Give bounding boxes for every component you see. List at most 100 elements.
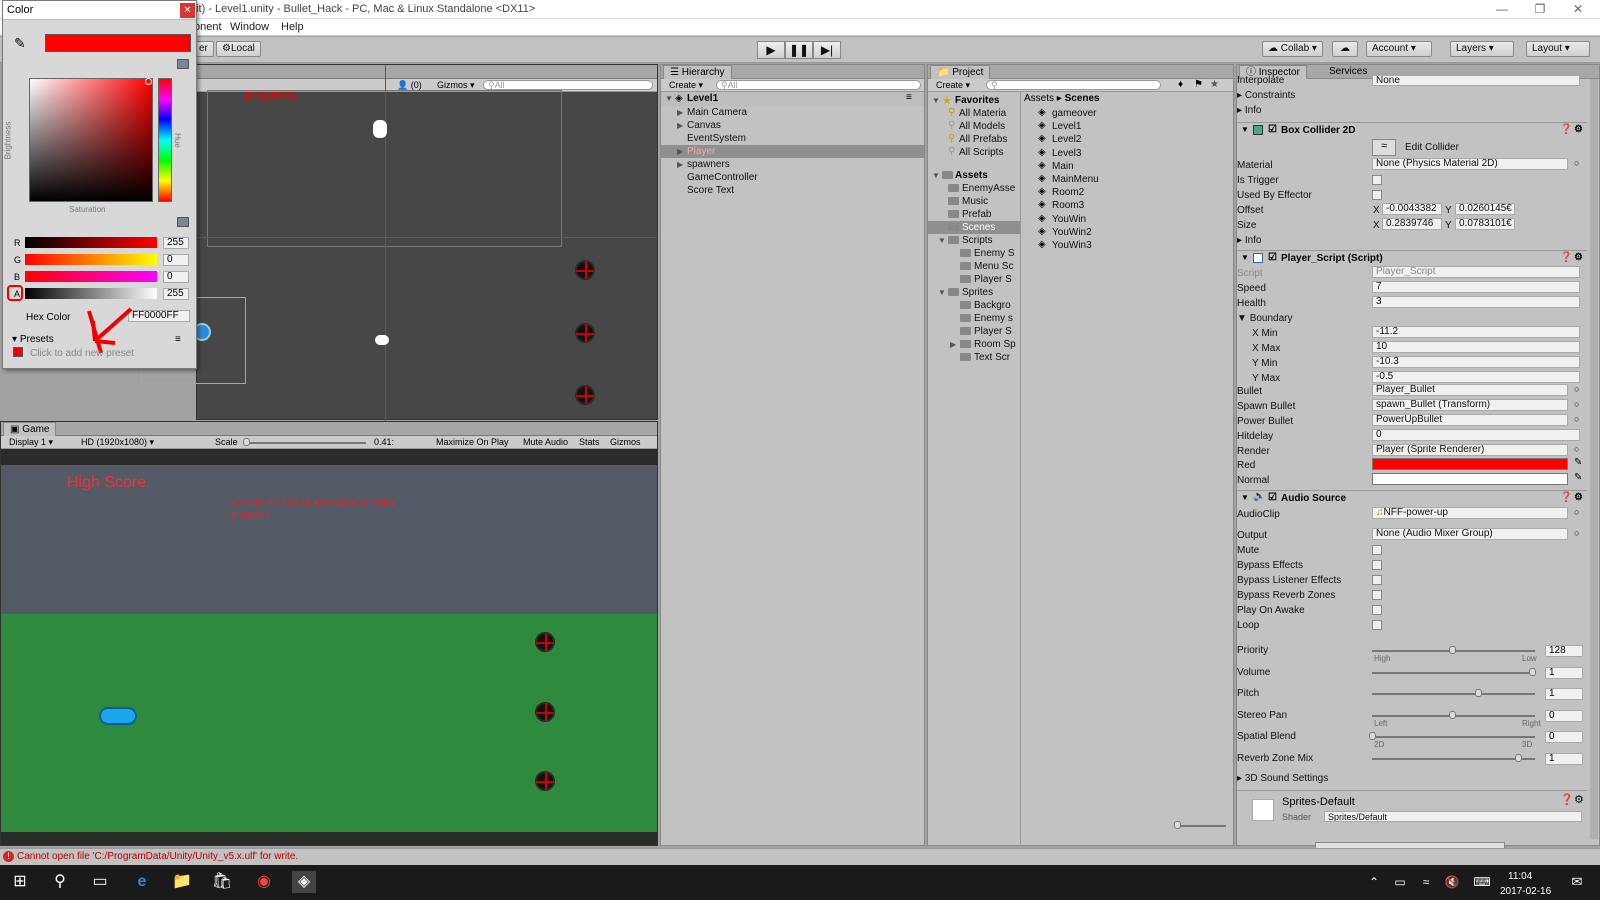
add-preset-link[interactable]: Click to add new preset (30, 348, 134, 359)
expand-icon[interactable]: ▶ (677, 108, 683, 117)
asset-tree-item[interactable]: ▼ Scripts (928, 234, 1020, 247)
asset-tree-item[interactable]: Music (928, 195, 1020, 208)
file-explorer-icon[interactable]: 📁 (170, 871, 194, 893)
asset-tree-item[interactable]: EnemyAsse (928, 182, 1020, 195)
favorite-item[interactable]: ⚲ All Materia (928, 107, 1020, 120)
play-button[interactable]: ▶ (757, 41, 785, 59)
menu-component[interactable]: onent (194, 21, 222, 33)
boundary-field-value[interactable]: -11.2 (1372, 326, 1580, 338)
pause-button[interactable]: ❚❚ (785, 41, 813, 59)
slider-mode-icon[interactable] (177, 217, 189, 227)
audio-option-checkbox[interactable] (1372, 620, 1382, 630)
menu-window[interactable]: Window (230, 21, 269, 33)
expand-icon[interactable]: ▼ (665, 94, 673, 103)
object-picker-icon[interactable]: ○ (1574, 384, 1579, 394)
asset-tree-item[interactable]: Menu Sc (928, 260, 1020, 273)
step-button[interactable]: ▶| (813, 41, 841, 59)
error-message[interactable]: Cannot open file 'C:/ProgramData/Unity/U… (17, 851, 298, 862)
preset-swatch[interactable] (13, 347, 23, 357)
output-field[interactable]: None (Audio Mixer Group) (1372, 528, 1568, 540)
audio-slider-handle[interactable] (1449, 710, 1456, 719)
help-icon[interactable]: ❓ (1560, 492, 1572, 503)
hierarchy-item[interactable]: GameController (661, 171, 924, 184)
saturation-brightness-box[interactable] (29, 78, 153, 202)
search-icon[interactable]: ⚲ (48, 871, 72, 893)
object-picker-icon[interactable]: ○ (1574, 399, 1579, 409)
scale-slider-handle[interactable] (243, 438, 250, 446)
clock-time[interactable]: 11:04 (1508, 871, 1532, 882)
offset-x-field[interactable]: -0.0043382 (1382, 203, 1442, 215)
audio-slider-handle[interactable] (1369, 732, 1376, 740)
scene-file-item[interactable]: ◈ Level2 (1038, 133, 1218, 146)
cloud-sprite[interactable] (373, 120, 387, 138)
audio-option-checkbox[interactable] (1372, 575, 1382, 585)
scene-file-item[interactable]: ◈ Level1 (1038, 120, 1218, 133)
channel-b-slider[interactable] (25, 271, 157, 282)
tray-up-icon[interactable]: ⌃ (1362, 871, 1386, 893)
boundary-field-value[interactable]: -0.5 (1372, 371, 1580, 383)
hue-slider[interactable] (158, 78, 172, 202)
eyedropper-icon[interactable]: ✎ (1574, 472, 1582, 483)
scene-file-item[interactable]: ◈ YouWin (1038, 213, 1218, 226)
component-enabled-checkbox[interactable]: ☑ (1268, 124, 1277, 135)
asset-tree-item[interactable]: Backgro (928, 299, 1020, 312)
color-mode-icon[interactable] (177, 59, 189, 69)
eyedropper-icon[interactable]: ✎ (14, 35, 26, 52)
audio-slider-handle[interactable] (1474, 689, 1482, 697)
icon-size-handle[interactable] (1174, 821, 1181, 829)
color-cursor[interactable] (145, 78, 152, 85)
hierarchy-create-dropdown[interactable]: Create ▾ (669, 80, 703, 91)
audio-slider-value[interactable]: 0 (1545, 731, 1583, 743)
hierarchy-item[interactable]: ▶ spawners (661, 158, 924, 171)
expand-icon[interactable]: ▼ (1241, 253, 1249, 262)
scene-menu-icon[interactable]: ≡ (906, 92, 912, 103)
favorite-item[interactable]: ⚲ All Models (928, 120, 1020, 133)
task-view-icon[interactable]: ▭ (88, 871, 112, 893)
audio-slider-handle[interactable] (1529, 667, 1536, 676)
help-icon[interactable]: ❓ (1560, 124, 1572, 135)
reference-field-value[interactable]: Player (Sprite Renderer) (1372, 444, 1568, 456)
edit-collider-button[interactable]: ≈ (1372, 139, 1396, 156)
audioclip-field[interactable]: ♫NFF-power-up (1372, 507, 1568, 519)
scene-file-item[interactable]: ◈ gameover (1038, 107, 1218, 120)
presets-toggle[interactable]: ▾ Presets (12, 334, 54, 345)
audio-slider-value[interactable]: 1 (1545, 666, 1583, 679)
scene-view[interactable]: 👤 (0) Gizmos ▾ ⚲All progress. (141, 64, 658, 421)
scene-file-item[interactable]: ◈ YouWin3 (1038, 239, 1218, 252)
expand-icon[interactable]: ▼ (932, 171, 940, 180)
wifi-icon[interactable]: ≈ (1414, 871, 1438, 893)
audio-option-checkbox[interactable] (1372, 590, 1382, 600)
asset-tree-item[interactable]: Player S (928, 325, 1020, 338)
filter-label-icon[interactable]: ⚑ (1194, 79, 1203, 90)
notification-icon[interactable]: ✉ (1565, 871, 1589, 893)
menu-help[interactable]: Help (281, 21, 304, 33)
constraints-foldout[interactable]: ▸ Constraints (1237, 90, 1295, 101)
scene-file-item[interactable]: ◈ Room2 (1038, 186, 1218, 199)
reference-field-value[interactable]: 0 (1372, 429, 1580, 441)
scene-file-item[interactable]: ◈ Main (1038, 160, 1218, 173)
hierarchy-search-input[interactable]: ⚲All (716, 80, 921, 90)
gear-icon[interactable]: ⚙ (1574, 252, 1583, 263)
hierarchy-item[interactable]: EventSystem (661, 132, 924, 145)
keyboard-icon[interactable]: ⌨ (1470, 871, 1494, 893)
red-color-field[interactable] (1372, 458, 1568, 470)
star-icon[interactable]: ★ (1210, 79, 1219, 90)
audio-slider-value[interactable]: 0 (1545, 709, 1583, 722)
icon-size-slider[interactable] (1176, 825, 1226, 827)
expand-icon[interactable]: ▶ (677, 160, 683, 169)
channel-a-slider[interactable] (25, 288, 157, 299)
box-collider-header[interactable]: ▼ ☑ Box Collider 2D ❓ ⚙ (1237, 122, 1587, 137)
used-by-effector-checkbox[interactable] (1372, 190, 1382, 200)
audio-option-checkbox[interactable] (1372, 560, 1382, 570)
audio-source-header[interactable]: ▼ 🔈 ☑ Audio Source ❓ ⚙ (1237, 490, 1587, 505)
expand-icon[interactable]: ▼ (1241, 493, 1249, 502)
layout-dropdown[interactable]: Layout ▾ (1526, 41, 1590, 57)
boundary-foldout[interactable]: ▼ Boundary (1237, 313, 1293, 324)
audio-slider-track[interactable] (1372, 736, 1535, 738)
channel-r-slider[interactable] (25, 237, 157, 248)
eyedropper-icon[interactable]: ✎ (1574, 457, 1582, 468)
boundary-field-value[interactable]: -10.3 (1372, 356, 1580, 368)
scene-root-row[interactable]: ▼ ◈ Level1 ≡ (661, 92, 924, 106)
maximize-on-play-toggle[interactable]: Maximize On Play (436, 437, 509, 447)
collab-dropdown[interactable]: ☁ Collab ▾ (1262, 41, 1323, 57)
